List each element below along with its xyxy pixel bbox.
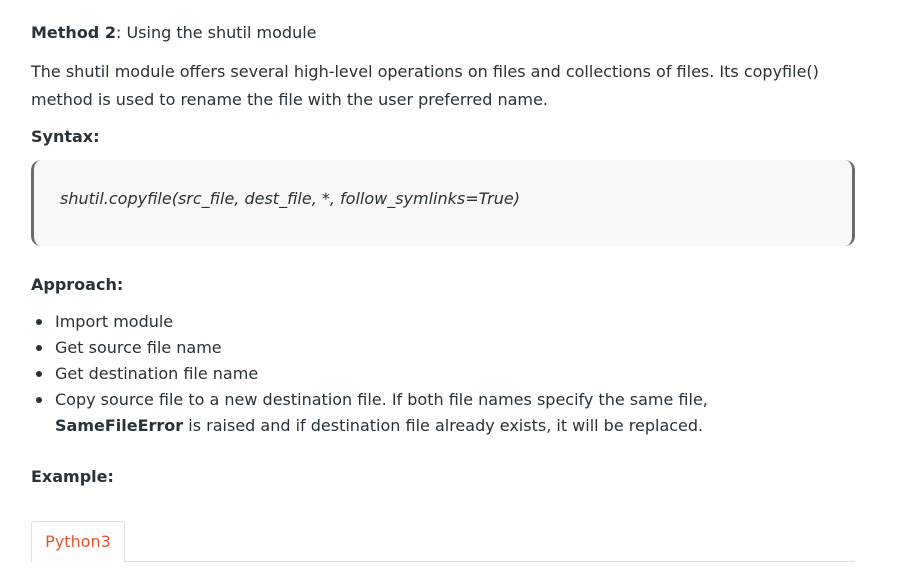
list-item: Import module <box>31 309 831 335</box>
method-heading-rest: : Using the shutil module <box>115 23 317 42</box>
list-item: Get destination file name <box>31 361 831 387</box>
list-item-text: Import module <box>55 312 174 331</box>
syntax-code: shutil.copyfile(src_file, dest_file, *, … <box>60 189 520 208</box>
code-tab-bar: Python3 <box>31 521 855 568</box>
list-item-text-before: Copy source file to a new destination fi… <box>55 390 708 409</box>
tab-bar-divider <box>31 561 855 562</box>
intro-paragraph: The shutil module offers several high-le… <box>31 62 819 109</box>
syntax-label: Syntax: <box>31 127 100 146</box>
method-heading-bold: Method 2 <box>31 23 116 42</box>
example-label: Example: <box>31 467 114 486</box>
same-file-error-term: SameFileError <box>55 416 184 435</box>
list-item-text: Get source file name <box>55 338 222 357</box>
list-item: Get source file name <box>31 335 831 361</box>
method-heading: Method 2: Using the shutil module <box>31 22 317 44</box>
bullet-icon <box>36 345 42 351</box>
bullet-icon <box>36 371 42 377</box>
list-item: Copy source file to a new destination fi… <box>31 387 831 439</box>
bullet-icon <box>36 319 42 325</box>
syntax-code-block: shutil.copyfile(src_file, dest_file, *, … <box>31 160 855 246</box>
list-item-text: Get destination file name <box>55 364 259 383</box>
bullet-icon <box>36 397 42 403</box>
list-item-text-after: is raised and if destination file alread… <box>188 416 704 435</box>
approach-label: Approach: <box>31 275 124 294</box>
approach-list: Import module Get source file name Get d… <box>31 309 831 439</box>
tab-python3[interactable]: Python3 <box>31 521 125 562</box>
